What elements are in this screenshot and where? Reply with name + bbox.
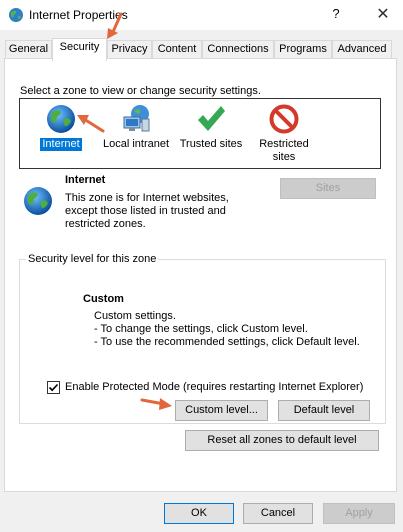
tab-general[interactable]: General (5, 40, 52, 59)
title-bar: Internet Properties ? ✕ (0, 0, 403, 30)
internet-globe-icon (9, 8, 23, 22)
globe-icon (47, 105, 75, 133)
network-computer-icon (123, 105, 150, 132)
tab-advanced[interactable]: Advanced (332, 40, 392, 59)
tab-content[interactable]: Content (152, 40, 202, 59)
protected-mode-checkbox[interactable] (47, 381, 60, 394)
cancel-button[interactable]: Cancel (243, 503, 313, 524)
zone-list: Internet Local intranet Trusted sites Re… (19, 98, 381, 169)
group-legend: Security level for this zone (26, 253, 159, 265)
level-line: - To use the recommended settings, click… (94, 336, 360, 348)
level-description: Custom settings. - To change the setting… (94, 310, 360, 349)
protected-mode-label[interactable]: Enable Protected Mode (requires restarti… (65, 381, 363, 393)
default-level-button[interactable]: Default level (278, 400, 370, 421)
zone-restricted-sites[interactable]: Restricted sites (252, 103, 316, 164)
reset-all-zones-button[interactable]: Reset all zones to default level (185, 430, 379, 451)
security-level-group: Security level for this zone Custom Cust… (19, 253, 386, 424)
level-title: Custom (83, 293, 124, 305)
tab-programs[interactable]: Programs (274, 40, 332, 59)
sites-button[interactable]: Sites (280, 178, 376, 199)
annotation-arrow (140, 398, 172, 410)
zone-trusted-sites[interactable]: Trusted sites (176, 103, 246, 151)
globe-icon (24, 187, 52, 215)
zone-local-intranet[interactable]: Local intranet (100, 103, 172, 151)
tab-strip: General Security Privacy Content Connect… (5, 38, 397, 61)
zone-info-description: This zone is for Internet websites, exce… (65, 192, 229, 230)
zone-label: Internet (39, 137, 83, 152)
ok-button[interactable]: OK (164, 503, 234, 524)
level-line: Custom settings. (94, 310, 176, 322)
apply-button[interactable]: Apply (323, 503, 395, 524)
zone-label: Local intranet (102, 138, 170, 150)
annotation-arrow (107, 12, 123, 39)
annotation-arrow (77, 115, 105, 133)
tab-security[interactable]: Security (52, 38, 107, 61)
tab-connections[interactable]: Connections (202, 40, 274, 59)
level-line: - To change the settings, click Custom l… (94, 323, 308, 335)
checkmark-icon (48, 383, 59, 392)
close-button[interactable]: ✕ (370, 4, 396, 24)
zone-label: Trusted sites (179, 138, 243, 150)
green-check-icon (198, 106, 225, 131)
red-no-icon (269, 104, 299, 134)
help-button[interactable]: ? (326, 6, 346, 24)
security-panel: Select a zone to view or change security… (4, 58, 397, 492)
zone-prompt: Select a zone to view or change security… (20, 85, 261, 97)
zone-label: Restricted sites (259, 138, 309, 163)
zone-info-title: Internet (65, 174, 106, 186)
tab-privacy[interactable]: Privacy (107, 40, 152, 59)
custom-level-button[interactable]: Custom level... (175, 400, 268, 421)
